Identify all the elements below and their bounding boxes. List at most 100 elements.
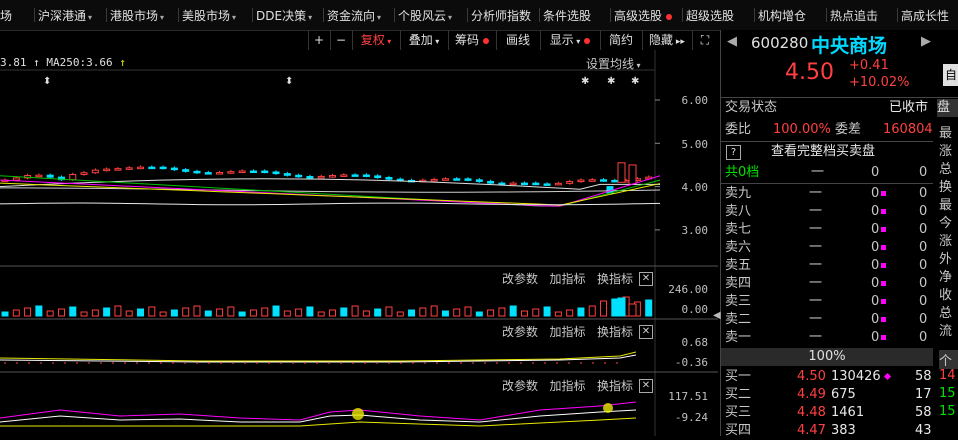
buy-level-row[interactable]: 买三 4.48 1461 58 xyxy=(721,404,933,422)
menu-item-9[interactable]: 高级选股 xyxy=(614,7,673,25)
candle-body xyxy=(498,182,506,186)
ma-settings-dropdown[interactable]: 设置均线 ▾ xyxy=(586,55,641,72)
sell-level-row[interactable]: 卖一 一 0 0 xyxy=(721,329,933,347)
side-field-label: 换 xyxy=(939,180,953,195)
volume-bar xyxy=(362,310,370,317)
level-volume: 1461 xyxy=(831,405,865,420)
sell-level-row[interactable]: 卖六 一 0 0 xyxy=(721,239,933,257)
swap-indicator-button[interactable]: 换指标 xyxy=(597,379,633,393)
collapse-panel-icon[interactable]: ◀ xyxy=(713,310,721,321)
zoom-in-button[interactable]: + xyxy=(308,30,329,50)
close-panel-icon[interactable]: ✕ xyxy=(639,325,653,339)
full-book-row[interactable]: ? 查看完整档买卖盘 xyxy=(721,143,933,161)
volume-bar xyxy=(159,311,167,317)
change-params-button[interactable]: 改参数 xyxy=(502,379,538,393)
sell-level-row[interactable]: 卖二 一 0 0 xyxy=(721,311,933,329)
menu-item-5[interactable]: 资金流向 ▾ xyxy=(327,7,381,25)
full-book-link[interactable]: 查看完整档买卖盘 xyxy=(771,143,875,161)
sell-level-row[interactable]: 卖九 一 0 0 xyxy=(721,185,933,203)
level-count: 17 xyxy=(915,387,932,402)
candle-body xyxy=(295,174,303,178)
change-params-button[interactable]: 改参数 xyxy=(502,272,538,286)
fuquan-dropdown[interactable]: 复权 ▾ xyxy=(352,30,399,50)
chevron-down-icon: ▾ xyxy=(448,13,453,22)
sell-level-row[interactable]: 卖三 一 0 0 xyxy=(721,293,933,311)
candle-body xyxy=(577,179,585,183)
change-params-button[interactable]: 改参数 xyxy=(502,325,538,339)
level-label: 买二 xyxy=(725,387,752,402)
menu-item-13[interactable]: 高成长性 xyxy=(901,7,949,25)
close-panel-icon[interactable]: ✕ xyxy=(639,379,653,393)
menu-item-4[interactable]: DDE决策 ▾ xyxy=(256,7,312,25)
trade-status-label: 交易状态 xyxy=(725,100,778,115)
add-indicator-button[interactable]: 加指标 xyxy=(549,272,585,286)
menu-label: 超级选股 xyxy=(686,9,735,23)
menu-item-10[interactable]: 超级选股 xyxy=(686,7,734,25)
sell-level-row[interactable]: 卖四 一 0 0 xyxy=(721,275,933,293)
swap-indicator-button[interactable]: 换指标 xyxy=(597,325,633,339)
menu-item-1[interactable]: 沪深港通 ▾ xyxy=(38,7,92,25)
chevron-down-icon: ▾ xyxy=(232,13,237,22)
candle-body xyxy=(249,170,257,174)
notification-dot-icon xyxy=(584,37,591,44)
panel1-tools: 改参数 加指标 换指标 xyxy=(502,270,633,287)
menu-separator xyxy=(252,8,253,22)
prev-stock-icon[interactable]: ◀ xyxy=(727,34,737,49)
panel3-tools: 改参数 加指标 换指标 xyxy=(502,377,633,394)
jianyue-button[interactable]: 简约 xyxy=(600,30,641,50)
buy-level-row[interactable]: 买一 4.50 130426 58 xyxy=(721,368,933,386)
menu-item-7[interactable]: 分析师指数 xyxy=(471,7,531,25)
diejia-dropdown[interactable]: 叠加 ▾ xyxy=(400,30,447,50)
side-field-label: 总 xyxy=(939,162,953,177)
notification-dot-icon xyxy=(483,37,489,44)
add-watchlist-button[interactable]: 自 xyxy=(943,64,958,86)
menu-item-0[interactable]: 场 xyxy=(0,7,12,25)
volume-bar xyxy=(385,306,393,317)
candle-body xyxy=(543,183,551,186)
candle-body xyxy=(125,167,133,170)
menu-item-8[interactable]: 条件选股 xyxy=(543,7,591,25)
fullscreen-button[interactable]: ⛶ xyxy=(692,30,717,50)
huaxian-button[interactable]: 画线 xyxy=(496,30,539,50)
next-stock-icon[interactable]: ▶ xyxy=(921,34,931,49)
xianshi-dropdown[interactable]: 显示 ▾ xyxy=(540,30,599,50)
level-label: 卖二 xyxy=(725,312,752,327)
ma-value: 3.81 xyxy=(0,56,27,69)
level-price: 一 xyxy=(809,240,823,255)
tab-gegu[interactable]: 个 xyxy=(939,350,958,369)
level-price: 一 xyxy=(809,294,823,309)
yincang-button[interactable]: 隐藏 ▸▸ xyxy=(642,30,691,50)
menu-item-12[interactable]: 热点追击 xyxy=(830,7,878,25)
event-marker-icon: ✱ xyxy=(581,76,589,87)
menu-item-6[interactable]: 个股风云 ▾ xyxy=(398,7,452,25)
sell-level-row[interactable]: 卖七 一 0 0 xyxy=(721,221,933,239)
add-indicator-button[interactable]: 加指标 xyxy=(549,379,585,393)
sell-level-row[interactable]: 卖八 一 0 0 xyxy=(721,203,933,221)
buy-level-row[interactable]: 买四 4.47 383 43 xyxy=(721,422,933,440)
add-indicator-button[interactable]: 加指标 xyxy=(549,325,585,339)
candle-body xyxy=(509,182,517,186)
menu-item-2[interactable]: 港股市场 ▾ xyxy=(110,7,164,25)
stock-name: 中央商场 xyxy=(811,35,888,57)
volume-bar xyxy=(611,298,619,317)
candle-body xyxy=(216,172,224,175)
volume-bar xyxy=(46,310,54,317)
menu-item-3[interactable]: 美股市场 ▾ xyxy=(182,7,236,25)
help-icon[interactable]: ? xyxy=(726,145,741,160)
kline-chart-area[interactable]: ⬍ ⬍ ✱ ✱ ✱ 3.81 ↑ MA250:3.66 ↑ 设置均线 ▾ 6.00 5.… xyxy=(0,50,718,436)
sell-level-row[interactable]: 卖五 一 0 0 xyxy=(721,257,933,275)
chouma-button[interactable]: 筹码 xyxy=(448,30,495,50)
close-panel-icon[interactable]: ✕ xyxy=(639,272,653,286)
zoom-out-button[interactable]: − xyxy=(330,30,351,50)
swap-indicator-button[interactable]: 换指标 xyxy=(597,272,633,286)
menu-item-11[interactable]: 机构增仓 xyxy=(758,7,806,25)
ma-settings-label: 设置均线 xyxy=(586,57,635,71)
candle-body xyxy=(628,164,637,185)
candle-body xyxy=(283,173,291,176)
candle-body xyxy=(35,174,43,178)
panel3-axis-bottom: -9.24 xyxy=(674,411,708,424)
tab-pankou[interactable]: 盘口 xyxy=(937,99,958,117)
level-count: 0 xyxy=(919,294,928,309)
buy-level-row[interactable]: 买二 4.49 675 17 xyxy=(721,386,933,404)
volume-bar xyxy=(261,307,269,317)
